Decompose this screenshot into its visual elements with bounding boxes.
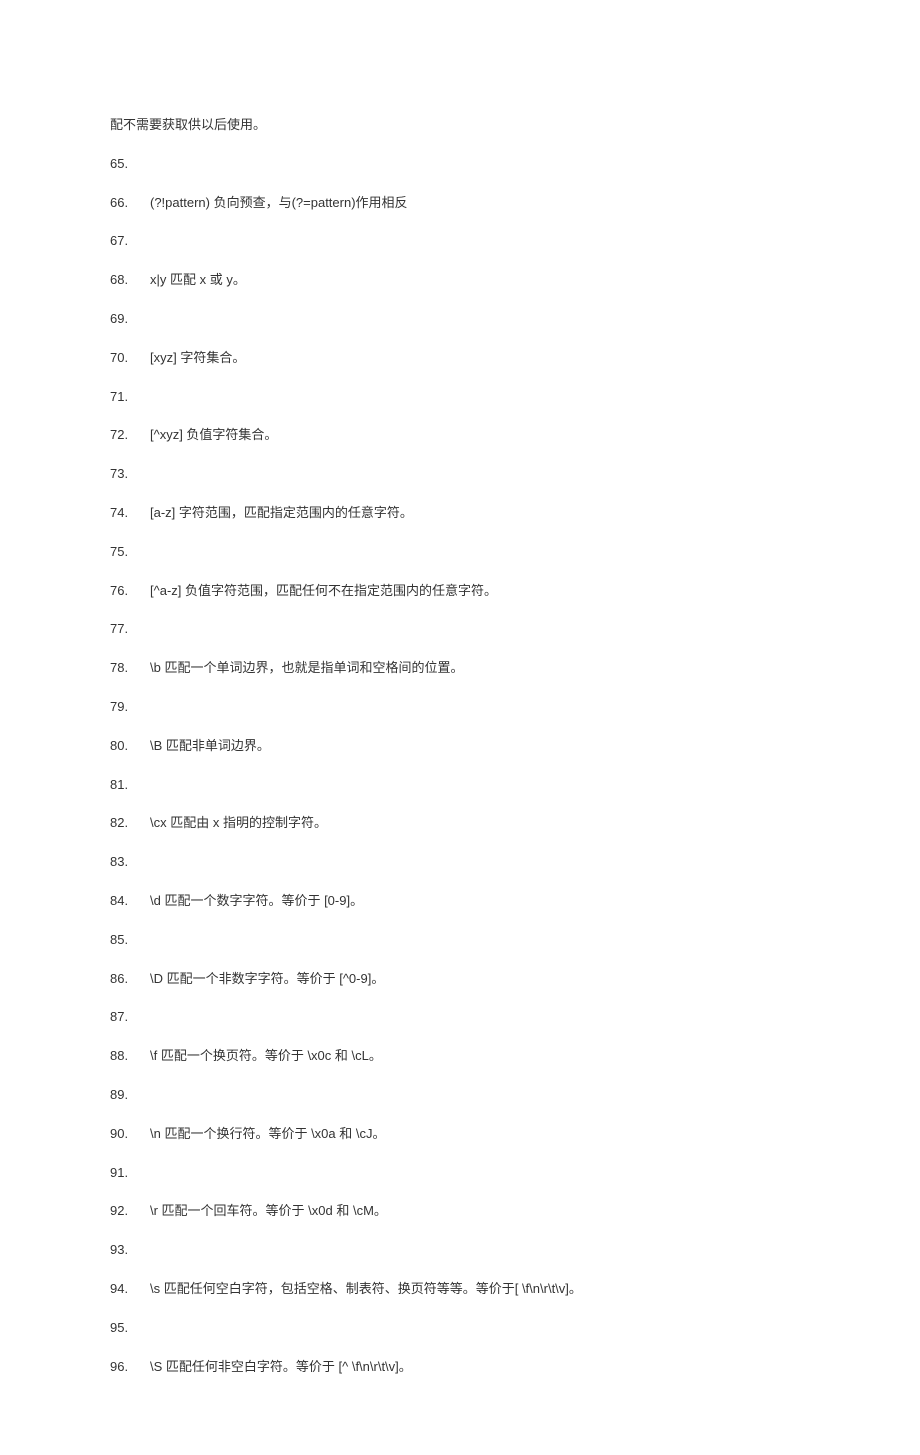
line-number: 78. xyxy=(110,658,150,679)
line-number: 75. xyxy=(110,542,150,563)
list-item: 92.\r 匹配一个回车符。等价于 \x0d 和 \cM。 xyxy=(110,1201,810,1222)
list-item: 95. xyxy=(110,1318,810,1339)
line-content: (?!pattern) 负向预查，与(?=pattern)作用相反 xyxy=(150,193,810,214)
list-item: 79. xyxy=(110,697,810,718)
list-item: 84.\d 匹配一个数字字符。等价于 [0-9]。 xyxy=(110,891,810,912)
line-number: 90. xyxy=(110,1124,150,1145)
line-number: 76. xyxy=(110,581,150,602)
line-content: \r 匹配一个回车符。等价于 \x0d 和 \cM。 xyxy=(150,1201,810,1222)
line-number: 81. xyxy=(110,775,150,796)
line-number: 85. xyxy=(110,930,150,951)
list-item: 94.\s 匹配任何空白字符，包括空格、制表符、换页符等等。等价于[ \f\n\… xyxy=(110,1279,810,1300)
line-number: 65. xyxy=(110,154,150,175)
list-item: 75. xyxy=(110,542,810,563)
document-page: 配不需要获取供以后使用。 65. 66.(?!pattern) 负向预查，与(?=… xyxy=(0,0,920,1455)
list-item: 78.\b 匹配一个单词边界，也就是指单词和空格间的位置。 xyxy=(110,658,810,679)
list-item: 73. xyxy=(110,464,810,485)
list-item: 90.\n 匹配一个换行符。等价于 \x0a 和 \cJ。 xyxy=(110,1124,810,1145)
list-item: 91. xyxy=(110,1163,810,1184)
list-item: 72.[^xyz] 负值字符集合。 xyxy=(110,425,810,446)
line-content: [xyz] 字符集合。 xyxy=(150,348,810,369)
line-number: 91. xyxy=(110,1163,150,1184)
line-content: \s 匹配任何空白字符，包括空格、制表符、换页符等等。等价于[ \f\n\r\t… xyxy=(150,1279,810,1300)
line-number: 87. xyxy=(110,1007,150,1028)
line-number: 96. xyxy=(110,1357,150,1378)
list-item: 65. xyxy=(110,154,810,175)
line-content: \f 匹配一个换页符。等价于 \x0c 和 \cL。 xyxy=(150,1046,810,1067)
line-number: 73. xyxy=(110,464,150,485)
list-item: 88.\f 匹配一个换页符。等价于 \x0c 和 \cL。 xyxy=(110,1046,810,1067)
line-number: 70. xyxy=(110,348,150,369)
list-item: 68.x|y 匹配 x 或 y。 xyxy=(110,270,810,291)
list-item: 81. xyxy=(110,775,810,796)
line-content: \B 匹配非单词边界。 xyxy=(150,736,810,757)
line-content: \b 匹配一个单词边界，也就是指单词和空格间的位置。 xyxy=(150,658,810,679)
list-item: 93. xyxy=(110,1240,810,1261)
lines-list: 65.66.(?!pattern) 负向预查，与(?=pattern)作用相反6… xyxy=(110,154,810,1378)
line-content: [a-z] 字符范围，匹配指定范围内的任意字符。 xyxy=(150,503,810,524)
line-content: x|y 匹配 x 或 y。 xyxy=(150,270,810,291)
list-item: 86.\D 匹配一个非数字字符。等价于 [^0-9]。 xyxy=(110,969,810,990)
line-number: 66. xyxy=(110,193,150,214)
list-item: 83. xyxy=(110,852,810,873)
list-item: 71. xyxy=(110,387,810,408)
line-number: 93. xyxy=(110,1240,150,1261)
line-content: [^xyz] 负值字符集合。 xyxy=(150,425,810,446)
list-item: 87. xyxy=(110,1007,810,1028)
line-number: 94. xyxy=(110,1279,150,1300)
list-item: 77. xyxy=(110,619,810,640)
line-number: 89. xyxy=(110,1085,150,1106)
line-number: 71. xyxy=(110,387,150,408)
line-number: 86. xyxy=(110,969,150,990)
line-number: 72. xyxy=(110,425,150,446)
list-item: 89. xyxy=(110,1085,810,1106)
line-number: 69. xyxy=(110,309,150,330)
list-item: 82.\cx 匹配由 x 指明的控制字符。 xyxy=(110,813,810,834)
list-item: 76.[^a-z] 负值字符范围，匹配任何不在指定范围内的任意字符。 xyxy=(110,581,810,602)
list-item: 85. xyxy=(110,930,810,951)
list-item: 69. xyxy=(110,309,810,330)
line-content: \D 匹配一个非数字字符。等价于 [^0-9]。 xyxy=(150,969,810,990)
line-number: 80. xyxy=(110,736,150,757)
line-number: 74. xyxy=(110,503,150,524)
line-number: 77. xyxy=(110,619,150,640)
line-number: 68. xyxy=(110,270,150,291)
line-number: 95. xyxy=(110,1318,150,1339)
list-item: 80.\B 匹配非单词边界。 xyxy=(110,736,810,757)
line-content: \d 匹配一个数字字符。等价于 [0-9]。 xyxy=(150,891,810,912)
list-item: 74.[a-z] 字符范围，匹配指定范围内的任意字符。 xyxy=(110,503,810,524)
line-content: \S 匹配任何非空白字符。等价于 [^ \f\n\r\t\v]。 xyxy=(150,1357,810,1378)
line-number: 79. xyxy=(110,697,150,718)
line-number: 88. xyxy=(110,1046,150,1067)
line-number: 82. xyxy=(110,813,150,834)
intro-text: 配不需要获取供以后使用。 xyxy=(110,115,810,136)
line-number: 92. xyxy=(110,1201,150,1222)
line-content: \n 匹配一个换行符。等价于 \x0a 和 \cJ。 xyxy=(150,1124,810,1145)
list-item: 70.[xyz] 字符集合。 xyxy=(110,348,810,369)
line-number: 67. xyxy=(110,231,150,252)
list-item: 67. xyxy=(110,231,810,252)
line-content: \cx 匹配由 x 指明的控制字符。 xyxy=(150,813,810,834)
line-content: [^a-z] 负值字符范围，匹配任何不在指定范围内的任意字符。 xyxy=(150,581,810,602)
line-number: 84. xyxy=(110,891,150,912)
line-number: 83. xyxy=(110,852,150,873)
list-item: 66.(?!pattern) 负向预查，与(?=pattern)作用相反 xyxy=(110,193,810,214)
list-item: 96.\S 匹配任何非空白字符。等价于 [^ \f\n\r\t\v]。 xyxy=(110,1357,810,1378)
